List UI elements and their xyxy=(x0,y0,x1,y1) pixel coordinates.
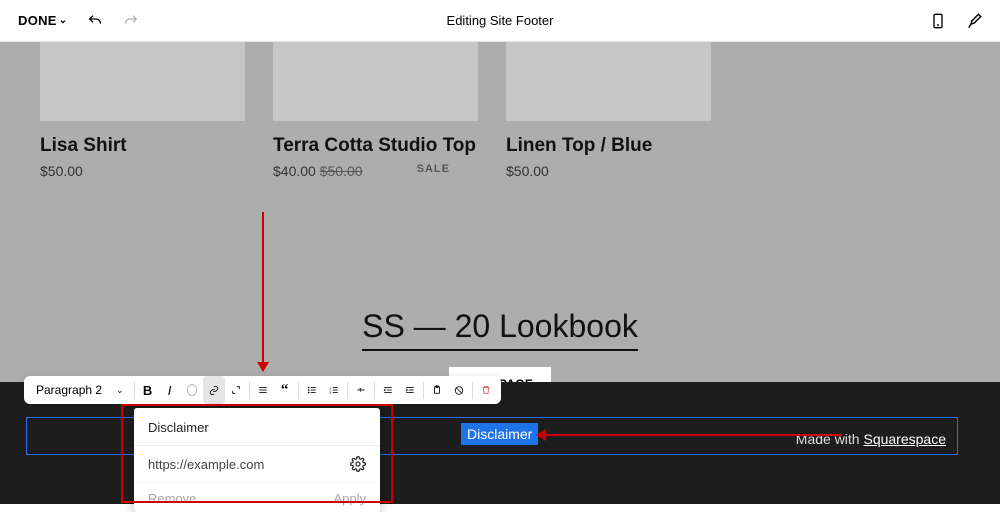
numbered-list-button[interactable]: 123 xyxy=(323,376,345,404)
link-editor-popover: Disclaimer https://example.com Remove Ap… xyxy=(134,408,380,512)
product-title: Lisa Shirt xyxy=(40,135,245,157)
chevron-down-icon: ⌄ xyxy=(116,385,124,396)
align-button[interactable] xyxy=(252,376,274,404)
product-image xyxy=(40,42,245,121)
paintbrush-button[interactable] xyxy=(960,7,988,35)
italic-button[interactable]: I xyxy=(159,376,181,404)
link-settings-button[interactable] xyxy=(350,456,366,472)
product-card[interactable]: Lisa Shirt $50.00 xyxy=(40,42,245,179)
strikethrough-button[interactable]: T xyxy=(350,376,372,404)
sale-price: $40.00 xyxy=(273,163,316,179)
product-image xyxy=(273,42,478,121)
redo-button[interactable] xyxy=(117,7,145,35)
expand-button[interactable] xyxy=(225,376,247,404)
indent-button[interactable] xyxy=(399,376,421,404)
page-title: Editing Site Footer xyxy=(447,13,554,28)
bullet-list-button[interactable] xyxy=(301,376,323,404)
product-price: $50.00 xyxy=(40,163,245,179)
undo-button[interactable] xyxy=(81,7,109,35)
text-style-dropdown[interactable]: Paragraph 2 ⌄ xyxy=(28,376,132,404)
selected-text-highlight[interactable]: Disclaimer xyxy=(461,423,538,445)
product-card[interactable]: Linen Top / Blue $50.00 xyxy=(506,42,711,179)
svg-text:3: 3 xyxy=(329,391,331,395)
link-url-input[interactable]: https://example.com xyxy=(148,457,264,472)
hero-link[interactable]: SS — 20 Lookbook xyxy=(362,308,638,351)
text-color-button[interactable] xyxy=(181,376,203,404)
link-text-value: Disclaimer xyxy=(134,420,380,445)
quote-button[interactable]: “ xyxy=(274,376,296,404)
outdent-button[interactable] xyxy=(377,376,399,404)
color-circle-icon xyxy=(187,384,197,396)
paste-button[interactable] xyxy=(426,376,448,404)
product-image xyxy=(506,42,711,121)
device-preview-button[interactable] xyxy=(924,7,952,35)
chevron-down-icon: ⌄ xyxy=(59,15,68,26)
link-button[interactable] xyxy=(203,376,225,404)
product-title: Terra Cotta Studio Top xyxy=(273,135,478,157)
delete-button[interactable] xyxy=(475,376,497,404)
done-label: DONE xyxy=(18,13,57,28)
original-price: $50.00 xyxy=(320,163,363,179)
sale-badge: SALE xyxy=(417,163,450,175)
svg-text:T: T xyxy=(358,388,362,394)
bold-button[interactable]: B xyxy=(137,376,159,404)
product-price: $50.00 xyxy=(506,163,711,179)
clear-format-button[interactable] xyxy=(448,376,470,404)
done-button[interactable]: DONE ⌄ xyxy=(12,9,73,32)
text-format-toolbar: Paragraph 2 ⌄ B I “ 123 T xyxy=(24,376,501,404)
product-card[interactable]: Terra Cotta Studio Top $40.00 $50.00 SAL… xyxy=(273,42,478,179)
product-title: Linen Top / Blue xyxy=(506,135,711,157)
